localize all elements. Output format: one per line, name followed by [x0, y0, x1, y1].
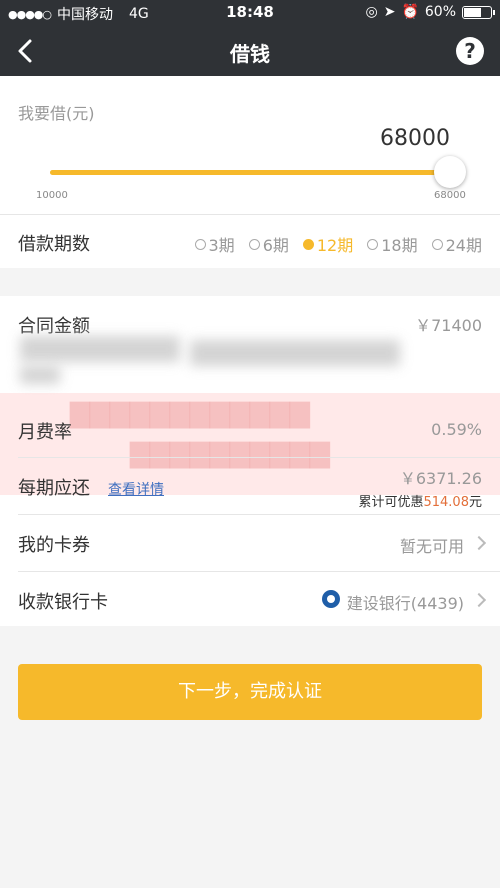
- watermark-decoration: ▇▇▇▇▇▇▇▇▇▇: [130, 439, 330, 469]
- help-button[interactable]: ?: [456, 37, 484, 65]
- redacted-text: [190, 340, 400, 366]
- divider: [18, 571, 500, 572]
- term-option-3[interactable]: 3期: [194, 232, 235, 256]
- savings-text: 累计可优惠514.08元: [358, 495, 482, 510]
- radio-selected-icon: [302, 238, 314, 250]
- bank-logo-icon: [322, 590, 340, 608]
- installment-label: 每期应还: [18, 478, 90, 499]
- coupon-value[interactable]: 暂无可用: [400, 533, 464, 557]
- divider: [0, 214, 500, 215]
- radio-icon: [431, 238, 443, 250]
- term-option-6[interactable]: 6期: [248, 232, 289, 256]
- term-option-18[interactable]: 18期: [367, 232, 418, 256]
- slider-max-label: 68000: [434, 190, 466, 201]
- amount-slider-track[interactable]: [50, 170, 450, 175]
- page-title: 借钱: [230, 42, 270, 66]
- battery-icon: [462, 5, 495, 19]
- next-button[interactable]: 下一步，完成认证: [18, 664, 482, 720]
- monthly-rate-value: 0.59%: [431, 420, 482, 439]
- alarm-icon: ⏰: [401, 4, 419, 20]
- amount-label: 我要借(元): [18, 104, 95, 123]
- contract-amount-label: 合同金额: [18, 316, 90, 337]
- contract-amount-value: ￥71400: [415, 316, 482, 335]
- status-bar: ●●●●○ 中国移动 4G 18:48 ◎ ➤ ⏰ 60%: [0, 0, 500, 26]
- bank-card-value[interactable]: 建设银行(4439): [347, 590, 464, 614]
- slider-min-label: 10000: [36, 190, 68, 201]
- installment-amount: ￥6371.26: [399, 469, 482, 488]
- amount-slider-fill: [50, 170, 450, 175]
- status-right: ◎ ➤ ⏰ 60%: [365, 4, 495, 20]
- radio-icon: [367, 238, 379, 250]
- watermark-decoration: ▇▇▇▇▇▇▇▇▇▇▇▇: [70, 399, 310, 429]
- monthly-rate-label: 月费率: [18, 422, 72, 443]
- term-options: 3期 6期 12期 18期 24期: [194, 232, 482, 256]
- amount-slider-handle[interactable]: [434, 156, 466, 188]
- view-details-link[interactable]: 查看详情: [108, 479, 164, 499]
- term-option-12[interactable]: 12期: [302, 232, 353, 256]
- loan-amount-card: 我要借(元) 68000 10000 68000 借款期数 3期 6期 12期 …: [0, 76, 500, 268]
- question-icon: ?: [464, 39, 476, 63]
- coupon-label: 我的卡券: [18, 535, 90, 556]
- nav-bar: 借钱 ?: [0, 26, 500, 76]
- redacted-text: [20, 366, 60, 384]
- divider: [18, 514, 500, 515]
- divider: [18, 457, 500, 458]
- redacted-text: [20, 336, 180, 362]
- bank-card-label: 收款银行卡: [18, 592, 108, 613]
- savings-amount: 514.08: [423, 495, 469, 510]
- battery-percent: 60%: [424, 4, 456, 20]
- amount-value: 68000: [380, 126, 450, 151]
- radio-icon: [248, 238, 260, 250]
- radio-icon: [194, 238, 206, 250]
- term-label: 借款期数: [18, 234, 90, 255]
- location-icon: ➤: [383, 4, 396, 20]
- lock-rotation-icon: ◎: [365, 4, 378, 20]
- term-option-24[interactable]: 24期: [431, 232, 482, 256]
